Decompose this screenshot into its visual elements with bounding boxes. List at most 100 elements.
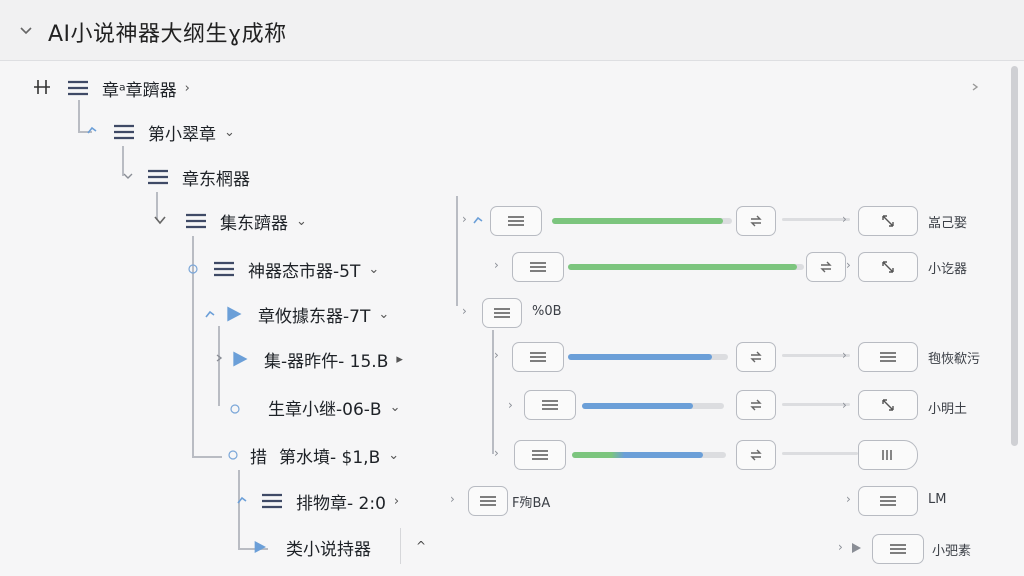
flow-tag: 毥恢欷污 xyxy=(928,352,981,367)
tree-node[interactable]: 排物章- 2:0 › xyxy=(260,486,399,516)
sync-box[interactable] xyxy=(736,206,776,236)
chevron-right-icon[interactable]: › xyxy=(394,494,399,509)
expand-icon xyxy=(882,399,894,411)
link-icon xyxy=(205,310,215,318)
tree-node[interactable]: 集东躋器 ⌄ xyxy=(184,206,307,236)
chevron-right-icon[interactable]: ▸ xyxy=(396,352,403,367)
window-title: AI小说神器大纲生ɣ成称 xyxy=(48,22,287,47)
flow-tag: %0B xyxy=(532,304,562,319)
play-icon xyxy=(227,306,242,322)
step-box[interactable] xyxy=(872,534,924,564)
tree-node-label: 第水墳- $1,B xyxy=(279,447,381,468)
tree-node[interactable]: 第小翠章 ⌄ xyxy=(112,117,235,147)
chevron-right-icon: › xyxy=(494,258,499,272)
play-icon xyxy=(852,543,861,553)
tree-node-label: 第小翠章 xyxy=(148,124,216,145)
list-icon xyxy=(530,352,546,362)
list-icon xyxy=(186,213,206,229)
tree-node-label: 集-器昨仵- 15.B xyxy=(264,351,389,372)
chevron-down-icon[interactable]: ⌄ xyxy=(368,262,379,277)
link-icon xyxy=(230,404,240,414)
progress-fill xyxy=(572,452,703,458)
chevron-right-icon[interactable]: › xyxy=(185,81,190,96)
tree-node[interactable]: 章ᵃ章躋器 › xyxy=(66,73,190,103)
chevron-down-icon[interactable] xyxy=(152,212,168,228)
tree-node-label: 排物章- 2:0 xyxy=(296,493,386,514)
list-icon xyxy=(214,261,234,277)
connector xyxy=(782,452,858,455)
progress-bar xyxy=(582,403,724,409)
flow-tag: LM xyxy=(928,492,947,507)
refresh-icon xyxy=(750,399,762,411)
refresh-icon xyxy=(820,261,832,273)
step-box[interactable] xyxy=(512,252,564,282)
chevron-down-icon[interactable]: ⌄ xyxy=(224,125,235,140)
tree-node[interactable]: 章东棢器 xyxy=(146,162,250,192)
step-box[interactable] xyxy=(514,440,566,470)
tree-node[interactable]: 章攸據东器-7T ⌄ xyxy=(222,299,389,329)
plus-icon[interactable] xyxy=(32,77,52,97)
tree-node[interactable]: 类小说持器 xyxy=(274,532,371,562)
play-icon xyxy=(233,351,248,367)
chevron-right-icon: › xyxy=(846,258,851,272)
chevron-right-icon: › xyxy=(450,492,455,506)
chevron-down-icon[interactable]: ⌄ xyxy=(388,448,399,463)
chevron-down-icon[interactable]: ⌄ xyxy=(296,214,307,229)
step-box[interactable] xyxy=(468,486,508,516)
sync-box[interactable] xyxy=(736,440,776,470)
chevron-down-icon[interactable]: ⌄ xyxy=(378,307,389,322)
list-icon xyxy=(68,80,88,96)
list-icon xyxy=(542,400,558,410)
tree-line xyxy=(456,196,458,306)
chevron-right-icon: › xyxy=(494,446,499,460)
list-icon xyxy=(262,493,282,509)
sync-box[interactable] xyxy=(806,252,846,282)
list-icon xyxy=(508,216,524,226)
progress-bar xyxy=(568,354,728,360)
step-box[interactable] xyxy=(482,298,522,328)
chevron-right-icon: › xyxy=(842,348,847,362)
tree-node-label: 集东躋器 xyxy=(220,213,288,234)
chevron-right-icon: › xyxy=(846,492,851,506)
expand-box[interactable] xyxy=(858,252,918,282)
chevron-right-icon: › xyxy=(838,540,843,554)
step-box[interactable] xyxy=(858,486,918,516)
chevron-right-icon: › xyxy=(508,398,513,412)
step-box[interactable] xyxy=(512,342,564,372)
collapse-button[interactable]: ^ xyxy=(400,528,441,564)
chevron-right-icon[interactable] xyxy=(970,82,980,92)
chevron-right-icon: › xyxy=(462,212,467,226)
chevron-down-icon[interactable]: ⌄ xyxy=(390,400,401,415)
tree-node[interactable]: 神器态市器-5T ⌄ xyxy=(212,254,379,284)
flow-tag: 小讫器 xyxy=(928,262,968,277)
chevron-down-icon[interactable] xyxy=(18,22,34,38)
chevron-right-icon[interactable] xyxy=(214,353,224,363)
chevron-right-icon: › xyxy=(494,348,499,362)
grid-icon xyxy=(882,450,892,460)
list-icon xyxy=(480,496,496,506)
tree-line xyxy=(218,326,220,406)
expand-icon xyxy=(882,261,894,273)
scrollbar-thumb[interactable] xyxy=(1011,66,1018,446)
step-box[interactable] xyxy=(858,342,918,372)
connector xyxy=(782,403,850,406)
step-box[interactable] xyxy=(490,206,542,236)
expand-box[interactable] xyxy=(858,206,918,236)
list-icon xyxy=(494,308,510,318)
chevron-down-icon[interactable] xyxy=(122,170,134,182)
progress-fill xyxy=(552,218,723,224)
sync-box[interactable] xyxy=(736,342,776,372)
link-icon xyxy=(237,496,247,504)
progress-bar xyxy=(552,218,732,224)
tree-node[interactable]: 生章小继-06-B ⌄ xyxy=(256,392,400,422)
step-box[interactable] xyxy=(524,390,576,420)
tree-node[interactable]: 措 第水墳- $1,B ⌄ xyxy=(238,440,399,470)
flow-tag: 小弝素 xyxy=(932,544,972,559)
chevron-right-icon: › xyxy=(462,304,467,318)
tree-node-label: 类小说持器 xyxy=(286,539,371,560)
list-icon xyxy=(114,124,134,140)
step-box[interactable] xyxy=(858,440,918,470)
sync-box[interactable] xyxy=(736,390,776,420)
expand-box[interactable] xyxy=(858,390,918,420)
tree-node[interactable]: 集-器昨仵- 15.B ▸ xyxy=(228,344,403,374)
